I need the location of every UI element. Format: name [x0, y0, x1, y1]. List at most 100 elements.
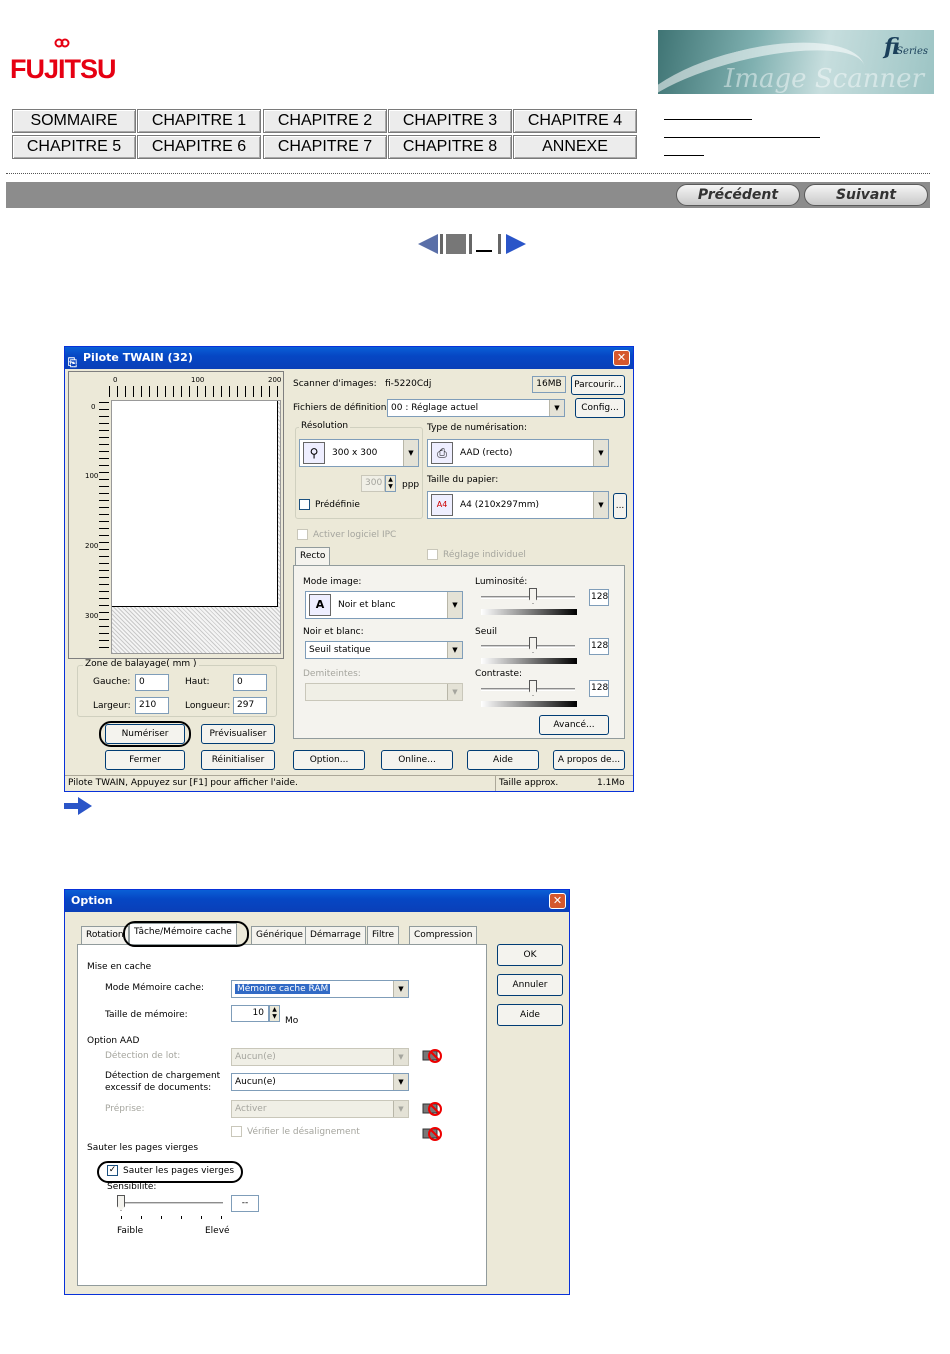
nav-chapitre-6[interactable]: CHAPITRE 6 — [137, 135, 261, 159]
paper-size-select[interactable]: A4 A4 (210x297mm) ▼ — [427, 491, 609, 519]
skew-label: Vérifier le désalignement — [247, 1127, 360, 1137]
brightness-value[interactable]: 128 — [589, 589, 609, 606]
help-button[interactable]: Aide — [467, 750, 539, 770]
mem-size-input[interactable]: 10 — [231, 1005, 269, 1022]
nav-chapitre-7[interactable]: CHAPITRE 7 — [263, 135, 387, 159]
sensitivity-label: Sensibilité: — [107, 1182, 157, 1192]
nav-annexe[interactable]: ANNEXE — [513, 135, 637, 159]
tab-filtre[interactable]: Filtre — [367, 926, 400, 944]
threshold-value[interactable]: 128 — [589, 638, 609, 655]
top-input[interactable]: 0 — [233, 674, 267, 691]
resolution-select[interactable]: ⚲ 300 x 300 ▼ — [299, 439, 419, 467]
scan-type-select[interactable]: ⎙ AAD (recto) ▼ — [427, 439, 609, 467]
ipc-checkbox — [297, 529, 308, 540]
mem-size-spinner[interactable]: ▲ ▼ — [269, 1005, 280, 1022]
chevron-down-icon: ▼ — [403, 440, 418, 466]
option-button[interactable]: Option... — [293, 750, 365, 770]
close-button[interactable]: Fermer — [105, 750, 185, 770]
bw-select[interactable]: Seuil statique ▼ — [305, 641, 463, 659]
contrast-value[interactable]: 128 — [589, 680, 609, 697]
scan-button[interactable]: Numériser — [105, 724, 185, 744]
status-bar: Pilote TWAIN, Appuyez sur [F1] pour affi… — [65, 775, 633, 791]
sensitivity-value[interactable]: -- — [231, 1195, 259, 1212]
predefined-label: Prédéfinie — [315, 500, 360, 510]
image-mode-icon: A — [309, 594, 331, 616]
left-label: Gauche: — [93, 677, 131, 687]
width-input[interactable]: 210 — [135, 697, 169, 714]
mem-unit: Mo — [285, 1016, 299, 1026]
nav-chapitre-1[interactable]: CHAPITRE 1 — [137, 109, 261, 133]
sensitivity-track — [119, 1202, 223, 1205]
reset-button[interactable]: Réinitialiser — [201, 750, 275, 770]
online-button[interactable]: Online... — [381, 750, 453, 770]
predefined-checkbox[interactable] — [299, 499, 310, 510]
twain-title: Pilote TWAIN (32) — [83, 351, 193, 364]
nav-chapitre-5[interactable]: CHAPITRE 5 — [12, 135, 136, 159]
overload-label-1: Détection de chargement — [105, 1071, 221, 1081]
nav-chapitre-3[interactable]: CHAPITRE 3 — [388, 109, 512, 133]
cache-mode-value: Mémoire cache RAM — [235, 984, 331, 994]
option-help-button[interactable]: Aide — [497, 1004, 563, 1026]
tab-demarrage[interactable]: Démarrage — [305, 926, 366, 944]
tab-generique[interactable]: Générique — [251, 926, 308, 944]
page-outline — [112, 401, 278, 607]
pager-next-arrow-icon — [506, 234, 526, 254]
close-icon[interactable]: ✕ — [549, 893, 566, 909]
option-dialog: Option ✕ Rotation Tâche/Mémoire cache Gé… — [64, 889, 570, 1295]
scanner-label: Scanner d'images: — [293, 379, 377, 389]
halftone-select: ▼ — [305, 683, 463, 701]
contrast-label: Contraste: — [475, 669, 523, 679]
paper-more-button[interactable]: ... — [613, 493, 627, 519]
side-link-3[interactable] — [664, 155, 704, 156]
close-icon[interactable]: ✕ — [613, 350, 630, 366]
unavailable-icon — [422, 1102, 442, 1116]
side-link-2[interactable] — [664, 137, 820, 138]
individual-checkbox — [427, 549, 438, 560]
next-button[interactable]: Suivant — [804, 184, 928, 206]
page-pager — [418, 234, 526, 254]
config-button[interactable]: Config... — [575, 398, 625, 418]
length-input[interactable]: 297 — [233, 697, 267, 714]
length-label: Longueur: — [185, 701, 231, 711]
arrow-right-icon — [64, 797, 92, 815]
tab-rotation[interactable]: Rotation — [81, 926, 129, 944]
skip-blank-checkbox[interactable]: ✓ — [107, 1165, 118, 1176]
skip-section-title: Sauter les pages vierges — [87, 1143, 199, 1153]
image-mode-select[interactable]: A Noir et blanc ▼ — [305, 591, 463, 619]
nav-chapitre-8[interactable]: CHAPITRE 8 — [388, 135, 512, 159]
preview-area[interactable] — [111, 400, 281, 654]
ok-button[interactable]: OK — [497, 944, 563, 966]
nav-sommaire[interactable]: SOMMAIRE — [12, 109, 136, 133]
unavailable-icon — [422, 1127, 442, 1141]
batch-label: Détection de lot: — [105, 1051, 181, 1061]
cache-section-rule — [165, 968, 447, 969]
skip-blank-label: Sauter les pages vierges — [123, 1166, 235, 1176]
cache-mode-select[interactable]: Mémoire cache RAM ▼ — [231, 980, 409, 998]
tab-compression[interactable]: Compression — [409, 926, 478, 944]
chevron-down-icon: ▼ — [393, 1049, 408, 1065]
chevron-down-icon: ▼ — [593, 492, 608, 518]
preview-button[interactable]: Prévisualiser — [201, 724, 275, 744]
browse-button[interactable]: Parcourir... — [571, 375, 625, 395]
twain-titlebar: ⎘ Pilote TWAIN (32) ✕ — [65, 347, 633, 369]
chevron-down-icon: ▼ — [393, 981, 408, 997]
nav-chapitre-4[interactable]: CHAPITRE 4 — [513, 109, 637, 133]
overload-select[interactable]: Aucun(e) ▼ — [231, 1073, 409, 1091]
side-link-1[interactable] — [664, 119, 752, 120]
dpi-unit: ppp — [402, 480, 420, 490]
ruler-left-300: 300 — [85, 612, 99, 620]
chevron-down-icon: ▼ — [549, 400, 564, 416]
cancel-button[interactable]: Annuler — [497, 974, 563, 996]
tab-cache[interactable]: Tâche/Mémoire cache — [129, 923, 237, 944]
nav-chapitre-2[interactable]: CHAPITRE 2 — [263, 109, 387, 133]
sensitivity-ticks — [121, 1216, 225, 1219]
tab-recto[interactable]: Recto — [295, 547, 331, 565]
left-input[interactable]: 0 — [135, 674, 169, 691]
deffile-select[interactable]: 00 : Réglage actuel ▼ — [387, 399, 565, 417]
top-label: Haut: — [185, 677, 210, 687]
ruler-left-0: 0 — [91, 403, 96, 411]
prev-button[interactable]: Précédent — [676, 184, 800, 206]
status-divider — [495, 776, 496, 791]
advanced-button[interactable]: Avancé... — [539, 715, 609, 735]
about-button[interactable]: A propos de... — [553, 750, 625, 770]
